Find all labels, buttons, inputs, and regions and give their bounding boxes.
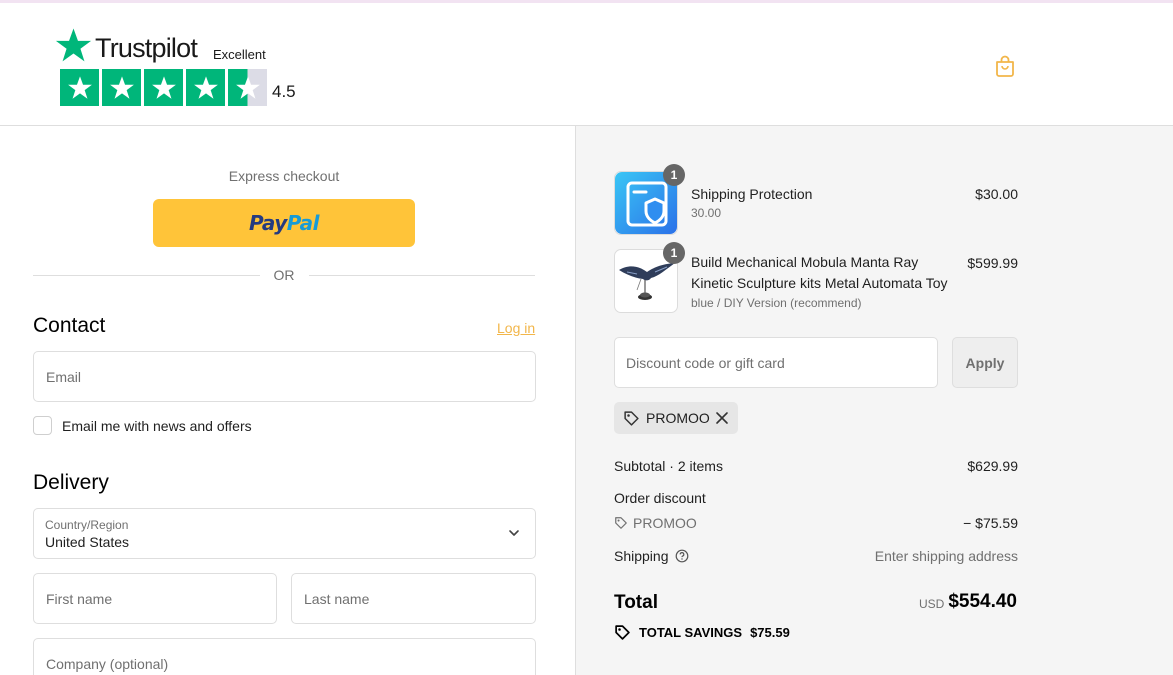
order-discount-label: Order discount bbox=[614, 490, 706, 506]
company-placeholder: Company (optional) bbox=[46, 655, 169, 672]
express-checkout-title: Express checkout bbox=[228, 168, 340, 184]
applied-code: PROMOO bbox=[646, 410, 710, 426]
total-amount: $554.40 bbox=[948, 591, 1017, 612]
discount-placeholder: Discount code or gift card bbox=[626, 355, 785, 371]
item-title-line1: Build Mechanical Mobula Manta Ray bbox=[691, 254, 919, 270]
last-name-placeholder: Last name bbox=[304, 590, 370, 607]
trustpilot-star-icon bbox=[55, 28, 92, 62]
country-value: United States bbox=[45, 534, 130, 550]
discount-code-label: PROMOO bbox=[633, 515, 697, 531]
savings-value: $75.59 bbox=[750, 625, 790, 640]
or-divider: OR bbox=[33, 266, 535, 284]
discount-code-input[interactable]: Discount code or gift card bbox=[614, 337, 938, 388]
trustpilot-logo-text: Trustpilot bbox=[95, 33, 198, 63]
checkout-form: Express checkout PayPal OR Contact Log i… bbox=[0, 126, 575, 675]
subtotal-value: $629.99 bbox=[967, 458, 1018, 474]
product-thumbnail: 1 bbox=[614, 242, 685, 313]
trustpilot-stars bbox=[60, 69, 267, 106]
shopping-bag-icon[interactable] bbox=[994, 54, 1016, 78]
savings-tag-icon bbox=[615, 625, 630, 640]
applied-discount-chip: PROMOO bbox=[614, 402, 738, 434]
subtotal-row: Subtotal · 2 items $629.99 bbox=[614, 458, 1018, 474]
quantity-badge: 1 bbox=[663, 164, 685, 186]
star-icon bbox=[60, 69, 99, 106]
savings-label: TOTAL SAVINGS bbox=[639, 625, 743, 640]
tag-icon bbox=[615, 517, 627, 529]
chevron-down-icon bbox=[509, 530, 519, 536]
item-subtitle: blue / DIY Version (recommend) bbox=[691, 296, 862, 310]
or-label: OR bbox=[273, 267, 295, 283]
shipping-label: Shipping bbox=[614, 548, 669, 564]
first-name-field[interactable]: First name bbox=[33, 573, 277, 624]
first-name-placeholder: First name bbox=[46, 590, 113, 607]
company-field[interactable]: Company (optional) bbox=[33, 638, 536, 675]
line-item: 1 Build Mechanical Mobula Manta Ray Kine… bbox=[614, 242, 1018, 313]
discount-code-row: PROMOO − $75.59 bbox=[614, 515, 1018, 533]
order-discount-row: Order discount bbox=[614, 490, 1018, 506]
shipping-row: Shipping Enter shipping address bbox=[614, 548, 1018, 564]
item-price: $30.00 bbox=[975, 186, 1018, 202]
order-summary: 1 Shipping Protection 30.00 $30.00 1 Bui… bbox=[575, 126, 1173, 675]
contact-title: Contact bbox=[33, 314, 106, 337]
login-link[interactable]: Log in bbox=[497, 320, 535, 336]
newsletter-label: Email me with news and offers bbox=[62, 418, 252, 434]
paypal-button[interactable]: PayPal bbox=[153, 199, 415, 247]
shipping-value: Enter shipping address bbox=[874, 548, 1018, 564]
line-item: 1 Shipping Protection 30.00 $30.00 bbox=[614, 164, 1018, 235]
help-circle-icon[interactable] bbox=[675, 549, 689, 563]
total-savings: TOTAL SAVINGS $75.59 bbox=[614, 624, 790, 641]
country-label: Country/Region bbox=[45, 518, 129, 532]
apply-button[interactable]: Apply bbox=[952, 337, 1018, 388]
quantity-badge: 1 bbox=[663, 242, 685, 264]
newsletter-checkbox[interactable] bbox=[33, 416, 52, 435]
item-price: $599.99 bbox=[967, 255, 1018, 271]
country-select[interactable]: Country/Region United States bbox=[33, 508, 536, 559]
star-icon bbox=[102, 69, 141, 106]
item-title-line2: Kinetic Sculpture kits Metal Automata To… bbox=[691, 275, 948, 291]
header: Trustpilot Excellent 4.5 bbox=[0, 3, 1173, 126]
item-subtitle: 30.00 bbox=[691, 206, 722, 220]
last-name-field[interactable]: Last name bbox=[291, 573, 536, 624]
total-label: Total bbox=[614, 592, 658, 613]
tag-icon bbox=[624, 410, 639, 426]
item-title: Shipping Protection bbox=[691, 186, 813, 202]
delivery-title: Delivery bbox=[33, 471, 109, 494]
discount-value: − $75.59 bbox=[963, 515, 1018, 531]
star-icon bbox=[144, 69, 183, 106]
trustpilot-rating-text: Excellent bbox=[213, 47, 266, 62]
remove-discount-close-icon[interactable] bbox=[715, 411, 729, 425]
half-star-icon bbox=[228, 69, 267, 106]
star-icon bbox=[186, 69, 225, 106]
subtotal-label: Subtotal · 2 items bbox=[614, 458, 723, 474]
email-placeholder: Email bbox=[46, 368, 82, 385]
email-field[interactable]: Email bbox=[33, 351, 536, 402]
paypal-logo: PayPal bbox=[248, 211, 320, 235]
product-thumbnail: 1 bbox=[614, 164, 685, 235]
trustpilot-score: 4.5 bbox=[272, 82, 296, 101]
total-currency: USD bbox=[919, 597, 945, 611]
